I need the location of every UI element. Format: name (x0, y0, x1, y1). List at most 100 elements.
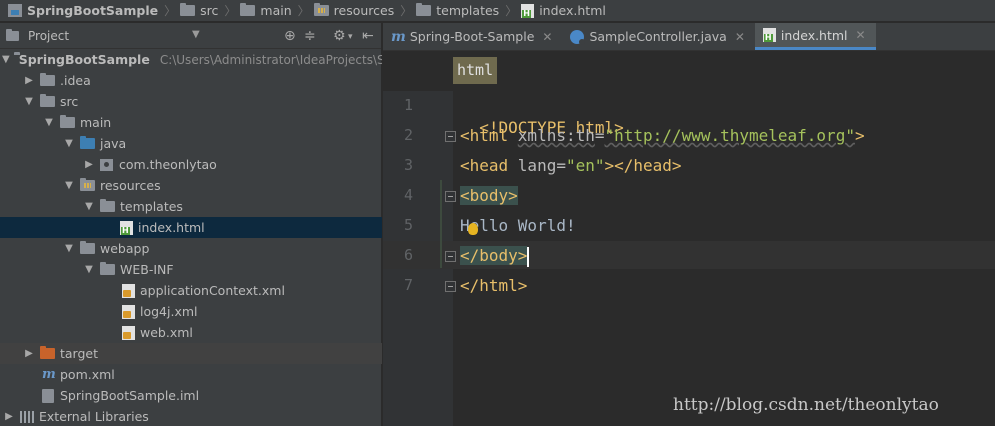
expanded-arrow-icon[interactable]: ▼ (2, 54, 10, 65)
expanded-arrow-icon[interactable]: ▼ (62, 180, 76, 191)
html-file-icon (762, 28, 776, 42)
settings-icon[interactable]: ⚙ (333, 27, 346, 45)
collapsed-arrow-icon[interactable]: ▶ (2, 411, 16, 422)
expanded-arrow-icon[interactable]: ▼ (82, 201, 96, 212)
tree-item-index-html[interactable]: index.html (0, 217, 382, 238)
breadcrumb-separator: 〉 (164, 4, 177, 18)
navigation-breadcrumb: SpringBootSample 〉 src 〉 main 〉 resource… (0, 0, 995, 22)
breadcrumb-main[interactable]: main (240, 3, 292, 18)
code-line-4: <body> (460, 185, 518, 207)
folder-icon (100, 262, 115, 275)
tree-item-springbootsample[interactable]: ▼ SpringBootSample C:\Users\Administrato… (0, 49, 382, 70)
tree-item-java[interactable]: ▼ java (0, 133, 382, 154)
collapse-all-icon[interactable]: ≑ (304, 27, 316, 45)
html-file-icon (521, 3, 535, 18)
hide-icon[interactable]: ⇤ (362, 27, 374, 45)
fold-marker-icon[interactable] (445, 251, 456, 262)
folder-icon (40, 73, 55, 86)
tree-item-web-inf[interactable]: ▼ WEB-INF (0, 259, 382, 280)
tag-breadcrumb[interactable]: html (453, 57, 498, 84)
html-file-icon (120, 220, 133, 235)
editor-tabs: m Spring-Boot-Sample ✕ SampleController.… (383, 23, 995, 51)
collapsed-arrow-icon[interactable]: ▶ (22, 75, 36, 86)
xml-file-icon (122, 325, 135, 340)
tab-spring-boot-sample[interactable]: m Spring-Boot-Sample ✕ (383, 23, 562, 50)
project-icon (8, 4, 22, 17)
tree-item-main[interactable]: ▼ main (0, 112, 382, 133)
breadcrumb-resources[interactable]: resources (313, 3, 394, 18)
folder-icon (40, 94, 55, 107)
breadcrumb-templates[interactable]: templates (416, 3, 499, 18)
collapsed-arrow-icon[interactable]: ▶ (82, 159, 96, 170)
tree-item-idea[interactable]: ▶ .idea (0, 70, 382, 91)
locate-icon[interactable]: ⊕ (284, 27, 296, 45)
tree-item-resources[interactable]: ▼ resources (0, 175, 382, 196)
code-line-7: </html> (460, 276, 528, 295)
collapsed-arrow-icon[interactable]: ▶ (22, 348, 36, 359)
resources-folder-icon (313, 3, 329, 16)
project-panel-toolbar: Project ▼ ⊕ ≑ ⚙ ▾ ⇤ (0, 23, 381, 49)
close-icon[interactable]: ✕ (735, 30, 745, 44)
tree-item-springbootsample-iml[interactable]: SpringBootSample.iml (0, 385, 382, 406)
tree-item-src[interactable]: ▼ src (0, 91, 382, 112)
tree-item-target[interactable]: ▶ target (0, 343, 382, 364)
tree-item-templates[interactable]: ▼ templates (0, 196, 382, 217)
watermark: http://blog.csdn.net/theonlytao (673, 395, 939, 415)
settings-dropdown-icon[interactable]: ▾ (348, 28, 353, 46)
package-icon (100, 158, 113, 171)
xml-file-icon (122, 283, 135, 298)
tree-item-log4j-xml[interactable]: log4j.xml (0, 301, 382, 322)
tree-item-com-theonlytao[interactable]: ▶ com.theonlytao (0, 154, 382, 175)
libraries-icon (20, 410, 34, 423)
code-line-2: <html xmlns:th="http://www.thymeleaf.org… (460, 126, 865, 145)
fold-marker-icon[interactable] (445, 191, 456, 202)
folder-icon (60, 115, 75, 128)
tab-samplecontroller-java[interactable]: SampleController.java ✕ (562, 23, 754, 50)
breadcrumb-index-html[interactable]: index.html (521, 3, 606, 18)
project-path: C:\Users\Administrator\IdeaProjects\S (159, 52, 382, 67)
project-view-icon (6, 28, 19, 41)
tree-item-external-libraries[interactable]: ▶ External Libraries (0, 406, 382, 426)
line-number: 3 (403, 156, 413, 174)
fold-marker-icon[interactable] (445, 281, 456, 292)
tree-item-web-xml[interactable]: web.xml (0, 322, 382, 343)
expanded-arrow-icon[interactable]: ▼ (62, 243, 76, 254)
breadcrumb-src[interactable]: src (180, 3, 218, 18)
expanded-arrow-icon[interactable]: ▼ (42, 117, 56, 128)
expanded-arrow-icon[interactable]: ▼ (22, 96, 36, 107)
code-line-6: </body> (460, 245, 530, 267)
expanded-arrow-icon[interactable]: ▼ (82, 264, 96, 275)
folder-icon (180, 3, 196, 16)
source-folder-icon (80, 136, 95, 149)
text-caret (527, 246, 530, 267)
expanded-arrow-icon[interactable]: ▼ (62, 138, 76, 149)
breadcrumb-separator: 〉 (297, 4, 310, 18)
dropdown-arrow-icon[interactable]: ▼ (192, 29, 200, 40)
close-icon[interactable]: ✕ (856, 28, 866, 42)
tab-index-html[interactable]: index.html ✕ (754, 23, 876, 50)
iml-file-icon (42, 388, 54, 403)
maven-icon: m (42, 367, 56, 382)
scope-indicator (440, 180, 442, 268)
breadcrumb-separator: 〉 (224, 4, 237, 18)
breadcrumb-separator: 〉 (505, 4, 518, 18)
tree-item-webapp[interactable]: ▼ webapp (0, 238, 382, 259)
line-number: 4 (403, 186, 413, 204)
fold-marker-icon[interactable] (445, 131, 456, 142)
line-number: 2 (403, 126, 413, 144)
matched-tag: <body> (460, 186, 518, 205)
line-number: 5 (403, 216, 413, 234)
tree-item-applicationcontext-xml[interactable]: applicationContext.xml (0, 280, 382, 301)
lightbulb-icon[interactable] (468, 223, 478, 235)
resources-folder-icon (80, 178, 95, 191)
line-number: 6 (403, 246, 413, 264)
breadcrumb-project[interactable]: SpringBootSample (8, 3, 158, 18)
folder-icon (100, 199, 115, 212)
tree-item-pom-xml[interactable]: m pom.xml (0, 364, 382, 385)
maven-icon: m (391, 28, 406, 45)
folder-icon (416, 3, 432, 16)
project-view-selector[interactable]: Project (28, 29, 69, 43)
java-class-icon (570, 29, 586, 45)
close-icon[interactable]: ✕ (542, 30, 552, 44)
xml-file-icon (122, 304, 135, 319)
